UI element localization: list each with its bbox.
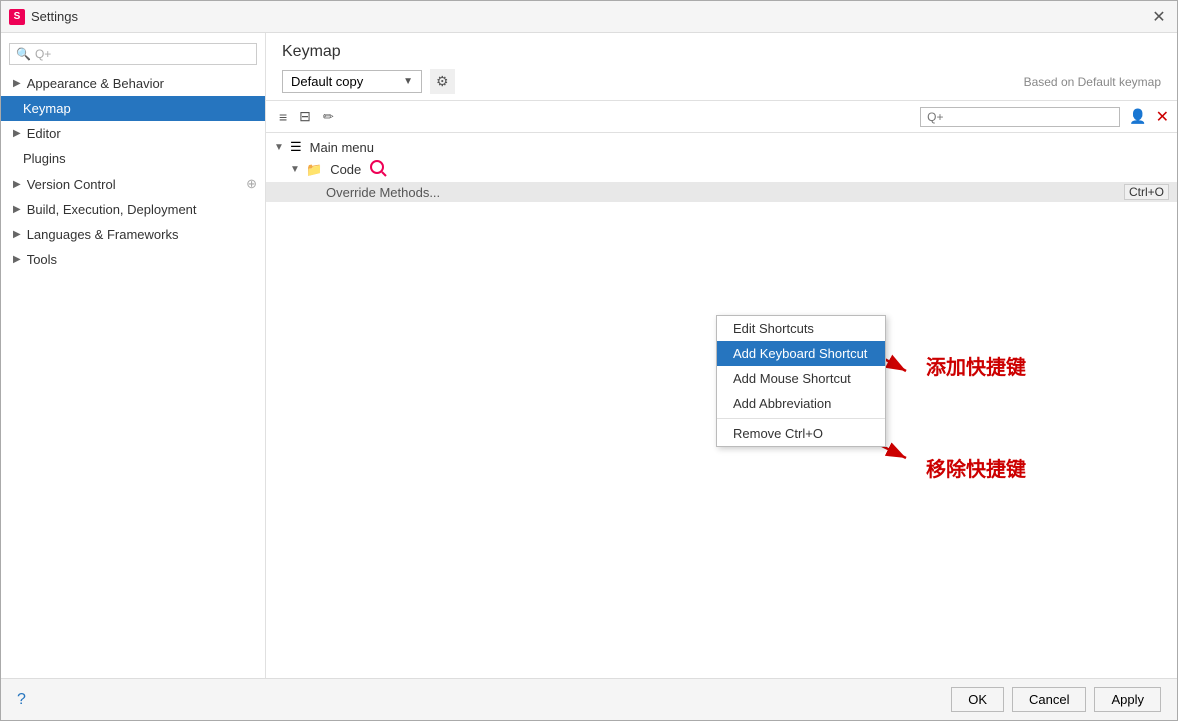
keymap-value: Default copy <box>291 74 363 89</box>
keymap-tree: ▼ ☰ Main menu ▼ 📁 Code <box>266 133 1177 678</box>
tree-item-label: Code <box>330 162 361 177</box>
keymap-controls: Default copy ▼ ⚙ Based on Default keymap <box>282 69 1161 94</box>
ctx-add-mouse-shortcut[interactable]: Add Mouse Shortcut <box>717 366 885 391</box>
ctx-add-abbreviation[interactable]: Add Abbreviation <box>717 391 885 416</box>
keymap-search-input[interactable] <box>920 107 1120 127</box>
sidebar-item-keymap[interactable]: Keymap <box>1 96 265 121</box>
based-on-label: Based on Default keymap <box>1024 75 1161 89</box>
sidebar-search-input[interactable]: 🔍 Q+ <box>9 43 257 65</box>
collapse-all-button[interactable]: ⊟ <box>294 105 316 128</box>
sidebar-item-version-control[interactable]: ▶ Version Control ⊕ <box>1 171 265 197</box>
ctx-remove-ctrl-o[interactable]: Remove Ctrl+O <box>717 421 885 446</box>
chevron-right-icon: ▶ <box>13 179 21 190</box>
search-highlight-icon <box>369 159 387 180</box>
app-icon: S <box>9 9 25 25</box>
main-content: 🔍 Q+ ▶ Appearance & Behavior Keymap ▶ Ed… <box>1 33 1177 678</box>
vcs-icon: ⊕ <box>246 176 257 192</box>
sidebar-item-label: Appearance & Behavior <box>27 76 164 91</box>
settings-window: S Settings ✕ 🔍 Q+ ▶ Appearance & Behavio… <box>0 0 1178 721</box>
keymap-dropdown[interactable]: Default copy ▼ <box>282 70 422 93</box>
ok-button[interactable]: OK <box>951 687 1004 712</box>
ctx-add-keyboard-shortcut[interactable]: Add Keyboard Shortcut <box>717 341 885 366</box>
search-placeholder: Q+ <box>35 47 51 61</box>
right-panel: Keymap Default copy ▼ ⚙ Based on Default… <box>266 33 1177 678</box>
sidebar-search-bar: 🔍 Q+ <box>1 37 265 71</box>
add-shortcut-annotation: 添加快捷键 <box>926 351 1026 380</box>
tree-item-label: Override Methods... <box>326 185 440 200</box>
remove-shortcut-annotation: 移除快捷键 <box>926 453 1026 482</box>
sidebar-item-label: Languages & Frameworks <box>27 227 179 242</box>
bottom-right-buttons: OK Cancel Apply <box>951 687 1161 712</box>
chevron-right-icon: ▶ <box>13 128 21 139</box>
panel-title: Keymap <box>282 43 1161 61</box>
sidebar-item-label: Version Control <box>27 177 116 192</box>
title-bar-left: S Settings <box>9 9 78 25</box>
ctx-edit-shortcuts[interactable]: Edit Shortcuts <box>717 316 885 341</box>
menu-icon: ☰ <box>290 139 302 155</box>
tree-item-code[interactable]: ▼ 📁 Code <box>266 157 1177 182</box>
tree-item-main-menu[interactable]: ▼ ☰ Main menu <box>266 137 1177 157</box>
sidebar-item-appearance[interactable]: ▶ Appearance & Behavior <box>1 71 265 96</box>
keymap-toolbar: ≡ ⊟ ✏ 👤 ✕ <box>266 101 1177 133</box>
sidebar-item-plugins[interactable]: Plugins <box>1 146 265 171</box>
gear-button[interactable]: ⚙ <box>430 69 455 94</box>
sidebar-item-label: Keymap <box>23 101 71 116</box>
context-menu: Edit Shortcuts Add Keyboard Shortcut Add… <box>716 315 886 447</box>
cancel-button[interactable]: Cancel <box>1012 687 1086 712</box>
edit-shortcut-button[interactable]: ✏ <box>318 106 339 128</box>
tree-item-override-methods[interactable]: Override Methods... Ctrl+O <box>266 182 1177 202</box>
dropdown-arrow-icon: ▼ <box>403 76 413 87</box>
sidebar-item-languages[interactable]: ▶ Languages & Frameworks <box>1 222 265 247</box>
sidebar-item-label: Tools <box>27 252 57 267</box>
clear-search-button[interactable]: ✕ <box>1156 107 1169 127</box>
search-icon: 🔍 <box>16 47 31 61</box>
chevron-right-icon: ▶ <box>13 254 21 265</box>
sidebar: 🔍 Q+ ▶ Appearance & Behavior Keymap ▶ Ed… <box>1 33 266 678</box>
sidebar-item-build[interactable]: ▶ Build, Execution, Deployment <box>1 197 265 222</box>
sidebar-item-tools[interactable]: ▶ Tools <box>1 247 265 272</box>
chevron-down-icon: ▼ <box>290 164 302 175</box>
chevron-right-icon: ▶ <box>13 78 21 89</box>
chevron-right-icon: ▶ <box>13 229 21 240</box>
expand-all-button[interactable]: ≡ <box>274 106 292 128</box>
shortcut-badge: Ctrl+O <box>1124 184 1169 200</box>
bottom-bar: ? OK Cancel Apply <box>1 678 1177 720</box>
chevron-right-icon: ▶ <box>13 204 21 215</box>
ctx-divider <box>717 418 885 419</box>
sidebar-item-label: Plugins <box>23 151 66 166</box>
user-icon-button[interactable]: 👤 <box>1124 105 1151 128</box>
folder-icon: 📁 <box>306 162 322 178</box>
help-button[interactable]: ? <box>17 691 26 709</box>
chevron-down-icon: ▼ <box>274 142 286 153</box>
sidebar-item-editor[interactable]: ▶ Editor <box>1 121 265 146</box>
tree-item-label: Main menu <box>310 140 374 155</box>
sidebar-item-label: Build, Execution, Deployment <box>27 202 197 217</box>
window-title: Settings <box>31 9 78 24</box>
apply-button[interactable]: Apply <box>1094 687 1161 712</box>
close-window-button[interactable]: ✕ <box>1149 7 1169 27</box>
panel-header: Keymap Default copy ▼ ⚙ Based on Default… <box>266 33 1177 101</box>
title-bar: S Settings ✕ <box>1 1 1177 33</box>
sidebar-item-label: Editor <box>27 126 61 141</box>
keymap-search-area: 👤 ✕ <box>920 105 1169 128</box>
